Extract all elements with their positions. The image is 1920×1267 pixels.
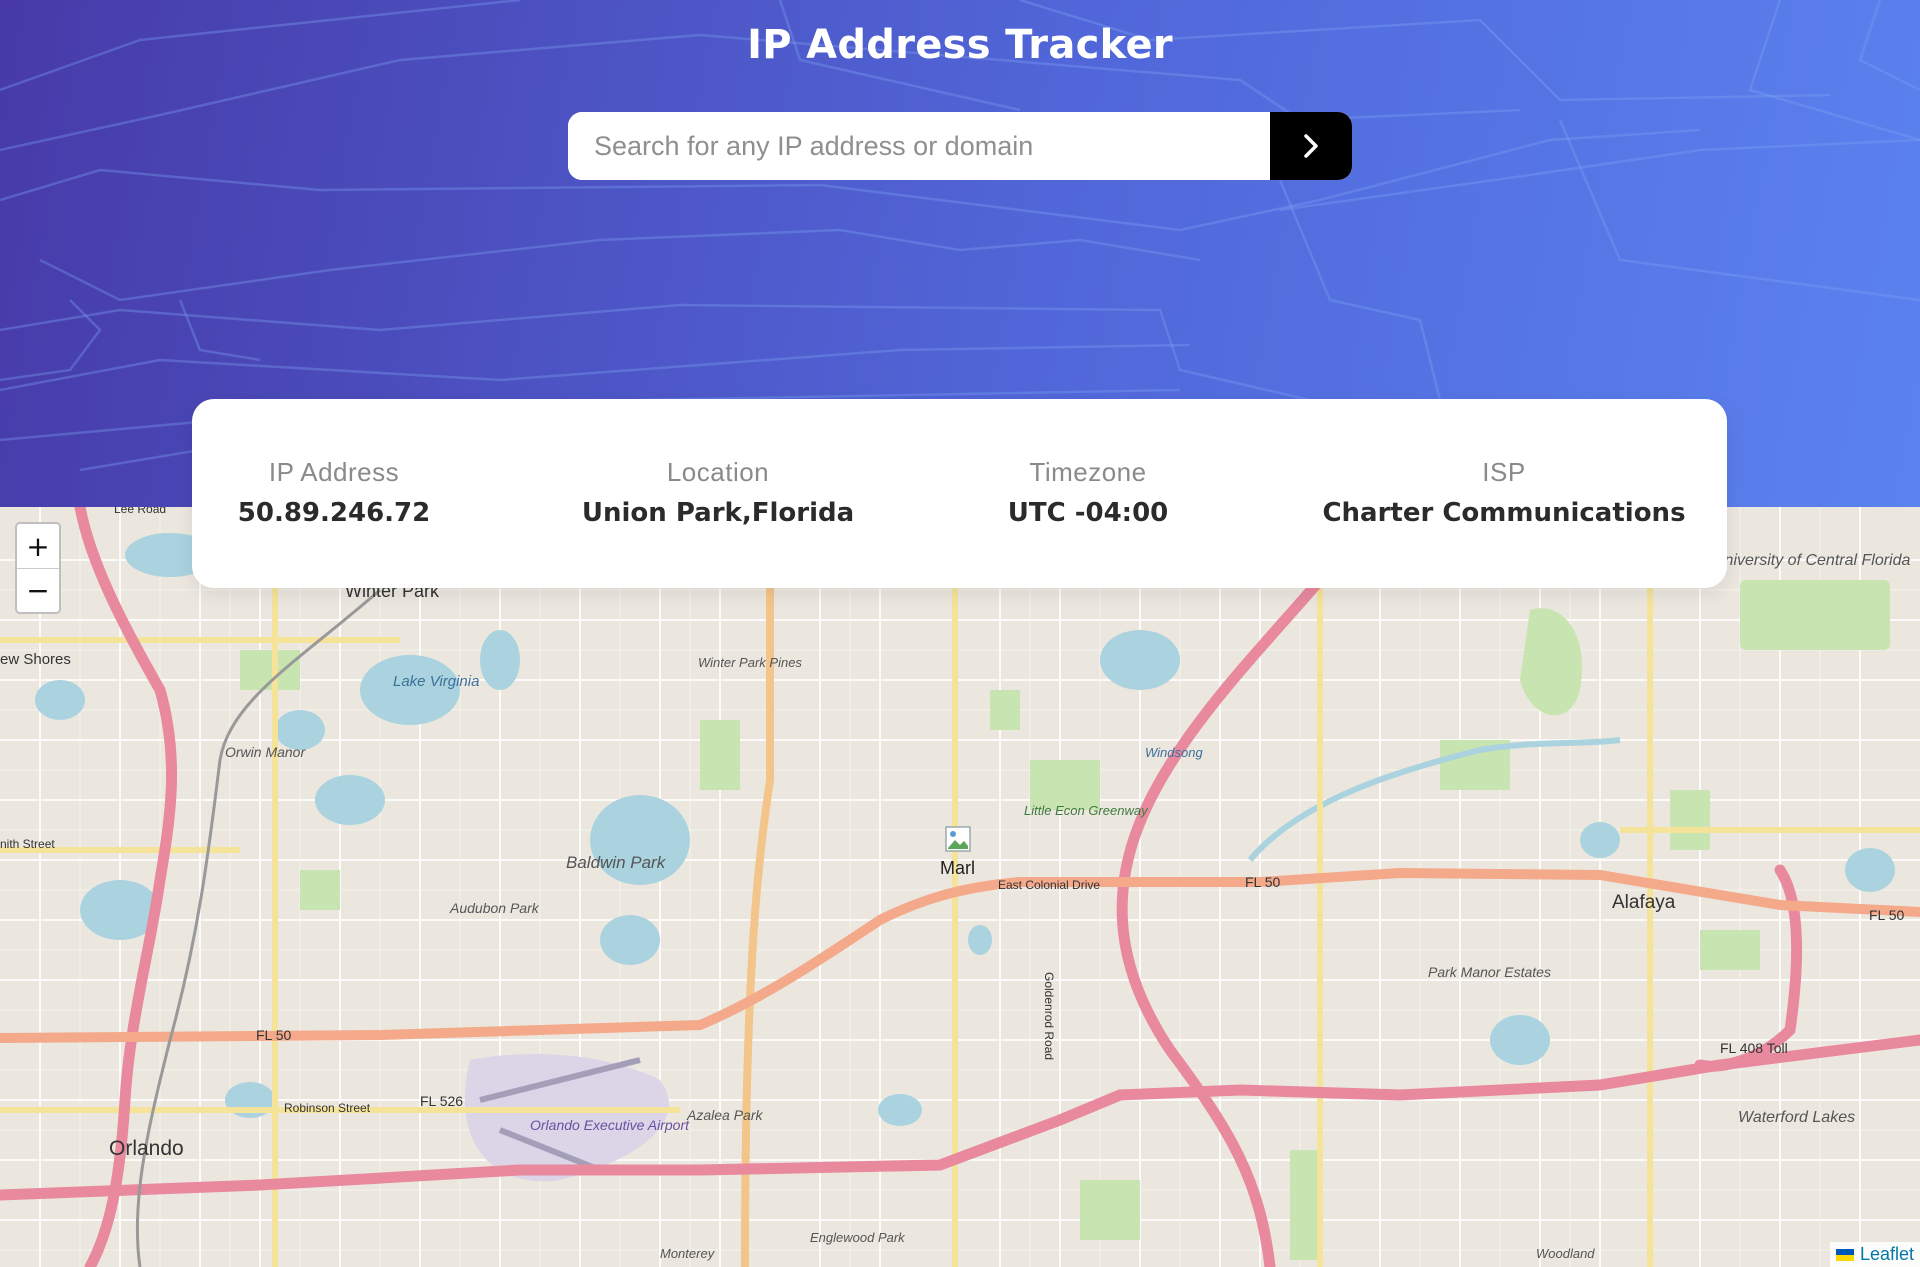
- map-label-robinson: Robinson Street: [284, 1101, 371, 1115]
- broken-image-icon: [944, 826, 971, 852]
- location-stat: Location Union Park,Florida: [582, 457, 854, 528]
- map-label-goldenrod: Goldenrod Road: [1042, 972, 1056, 1060]
- map-label-azalea-park: Azalea Park: [686, 1107, 763, 1123]
- chevron-right-icon: [1304, 134, 1318, 158]
- map-label-windsong: Windsong: [1145, 745, 1203, 760]
- ip-info-card: IP Address 50.89.246.72 Location Union P…: [192, 399, 1727, 588]
- timezone-stat: Timezone UTC -04:00: [1008, 457, 1169, 528]
- map-label-lee-road: Lee Road: [114, 507, 166, 516]
- ip-address-label: IP Address: [268, 457, 400, 487]
- search-bar: [568, 112, 1352, 180]
- isp-label: ISP: [1482, 457, 1526, 487]
- search-button[interactable]: [1270, 112, 1352, 180]
- timezone-value: UTC -04:00: [1007, 498, 1169, 528]
- map-label-winter-park-pines: Winter Park Pines: [698, 655, 802, 670]
- map-label-baldwin-park: Baldwin Park: [566, 853, 667, 872]
- map-label-fl408: FL 408 Toll: [1720, 1040, 1788, 1056]
- map-label-fl50-far: FL 50: [1869, 907, 1904, 923]
- map-label-little-econ: Little Econ Greenway: [1024, 803, 1149, 818]
- map-label-smith-street: nith Street: [0, 837, 55, 851]
- location-label: Location: [666, 457, 770, 487]
- map-label-alafaya: Alafaya: [1612, 892, 1676, 913]
- timezone-label: Timezone: [1029, 457, 1147, 487]
- map-label-orlando: Orlando: [109, 1137, 184, 1160]
- map-label-woodland: Woodland: [1536, 1246, 1595, 1261]
- isp-stat: ISP Charter Communications: [1322, 457, 1685, 528]
- search-input[interactable]: [568, 112, 1270, 180]
- map-label-englewood: Englewood Park: [810, 1230, 906, 1245]
- map-label-fl526: FL 526: [420, 1093, 463, 1109]
- map-label-fl50: FL 50: [256, 1027, 291, 1043]
- zoom-out-button[interactable]: −: [17, 568, 59, 612]
- map-label-lake-shores: ew Shores: [0, 651, 71, 668]
- map-view[interactable]: Orlando Winter Park Baldwin Park Alafaya…: [0, 507, 1920, 1267]
- location-marker[interactable]: Marl: [940, 826, 975, 879]
- location-value: Union Park,Florida: [581, 498, 855, 528]
- map-label-fl50-east: FL 50: [1245, 874, 1280, 890]
- map-label-park-manor: Park Manor Estates: [1428, 964, 1551, 980]
- page-title: IP Address Tracker: [747, 22, 1173, 68]
- zoom-in-button[interactable]: +: [17, 524, 59, 568]
- ip-address-value: 50.89.246.72: [237, 498, 431, 528]
- map-label-ucf: University of Central Florida: [1713, 552, 1911, 569]
- map-tiles[interactable]: Orlando Winter Park Baldwin Park Alafaya…: [0, 507, 1920, 1267]
- leaflet-link[interactable]: Leaflet: [1860, 1244, 1914, 1265]
- map-label-lake-virginia: Lake Virginia: [393, 673, 479, 690]
- map-label-waterford: Waterford Lakes: [1738, 1109, 1855, 1126]
- map-label-orwin: Orwin Manor: [225, 744, 306, 760]
- isp-value: Charter Communications: [1322, 498, 1686, 528]
- map-label-airport: Orlando Executive Airport: [530, 1117, 690, 1133]
- map-label-east-colonial: East Colonial Drive: [998, 878, 1100, 892]
- map-attribution: Leaflet: [1829, 1242, 1920, 1267]
- map-label-monterey: Monterey: [660, 1246, 716, 1261]
- map-label-audubon-park: Audubon Park: [449, 900, 540, 916]
- ip-address-stat: IP Address 50.89.246.72: [238, 457, 430, 528]
- ukraine-flag-icon: [1835, 1248, 1854, 1261]
- marker-alt-text: Marl: [940, 858, 975, 878]
- zoom-control: + −: [15, 522, 61, 614]
